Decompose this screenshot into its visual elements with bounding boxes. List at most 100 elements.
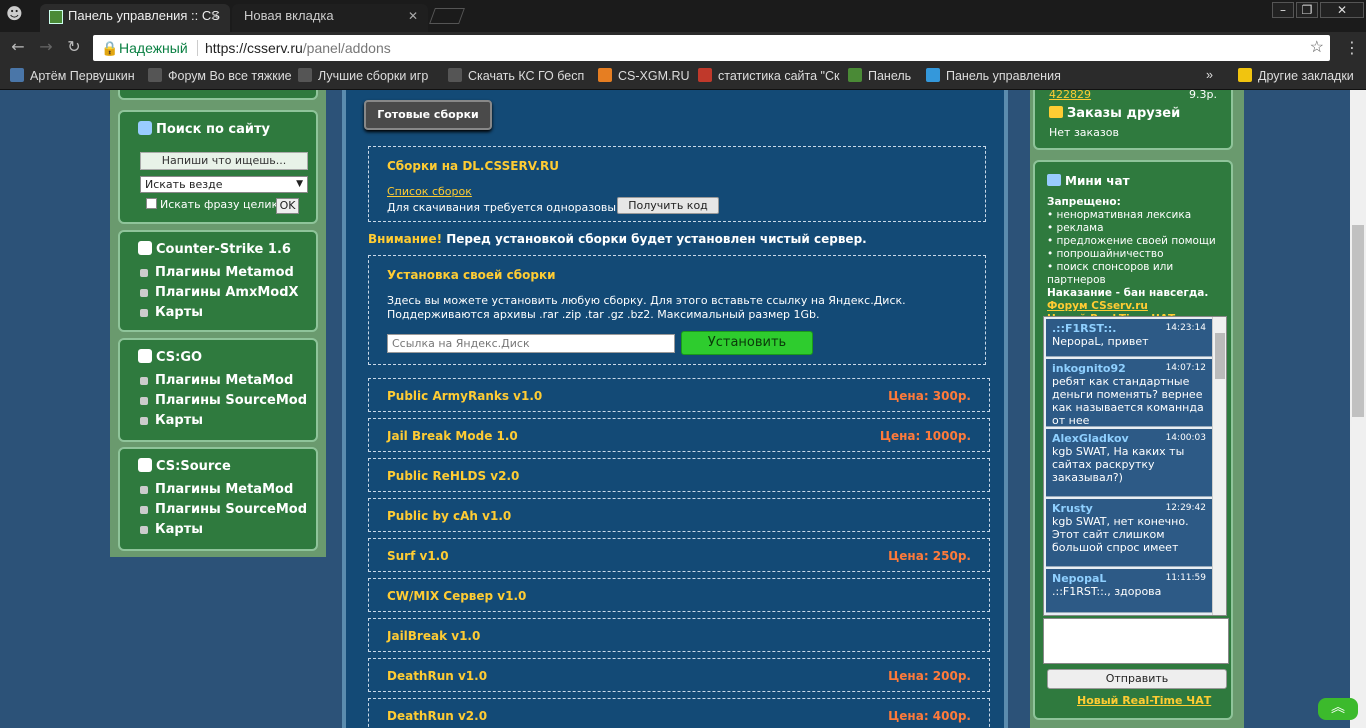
maximize-button[interactable]: ❐ [1296,2,1318,18]
friends-empty-text: Нет заказов [1049,126,1119,139]
close-tab-icon[interactable]: ✕ [408,4,418,28]
bookmarks-bar: Артём Первушкин Форум Во все тяжкие Лучш… [0,63,1366,90]
get-code-button[interactable]: Получить код [617,197,719,214]
builds-list-link[interactable]: Список сборок [387,185,472,198]
install-description: Здесь вы можете установить любую сборку.… [387,294,906,321]
chat-message: inkognito92 14:07:12 ребят как стандартные… [1046,359,1212,427]
sidebar-item-maps[interactable]: Карты [120,520,316,540]
bookmark-item[interactable]: Панель управления [926,68,1061,83]
csgo-icon [138,349,152,363]
incognito-icon: ☻ [6,4,23,23]
search-input[interactable]: Напиши что ищешь... [140,152,308,170]
minimize-button[interactable]: – [1272,2,1294,18]
cs16-box: Counter-Strike 1.6 Плагины Metamod Плаги… [118,230,318,332]
sidebar-item-maps[interactable]: Карты [120,411,316,431]
send-button[interactable]: Отправить [1047,669,1227,689]
forward-icon[interactable]: → [36,37,56,56]
download-box: Сборки на DL.CSSERV.RU Список сборок Для… [368,146,986,222]
phrase-checkbox[interactable]: Искать фразу целиком [146,198,293,211]
search-title: Поиск по сайту [156,122,271,137]
bookmark-item[interactable]: статистика сайта "Ск [698,68,839,83]
addon-row[interactable]: Public ArmyRanks v1.0 Цена: 300р. [368,378,990,412]
sidebar-item-amxmodx[interactable]: Плагины AmxModX [120,283,316,303]
other-bookmarks[interactable]: Другие закладки [1238,68,1354,83]
download-title: Сборки на DL.CSSERV.RU [387,159,559,173]
bookmark-item[interactable]: CS-XGM.RU [598,68,690,83]
bookmark-item[interactable]: Скачать КС ГО бесп [448,68,584,83]
bookmark-item[interactable]: Панель [848,68,911,83]
addon-row[interactable]: Public by cAh v1.0 [368,498,990,532]
search-box: Поиск по сайту Напиши что ищешь... Искат… [118,110,318,224]
sidebar-item-maps[interactable]: Карты [120,303,316,323]
url-text[interactable]: https://csserv.ru/panel/addons [205,35,391,61]
chat-message: AlexGladkov 14:00:03 kgb SWAT, На каких ты… [1046,429,1212,497]
close-window-button[interactable]: ✕ [1320,2,1364,18]
scroll-to-top-button[interactable]: ︽ [1318,698,1358,720]
page-scrollbar[interactable] [1350,90,1366,728]
main-content: Готовые сборки Сборки на DL.CSSERV.RU Сп… [342,90,1008,728]
forum-link[interactable]: Форум CSserv.ru [1047,300,1231,313]
site-favicon-icon [49,10,63,24]
addon-row[interactable]: JailBreak v1.0 [368,618,990,652]
addon-row[interactable]: Surf v1.0 Цена: 250р. [368,538,990,572]
css-box: CS:Source Плагины MetaMod Плагины Source… [118,447,318,551]
security-label: Надежный [119,40,188,56]
addon-row[interactable]: DeathRun v1.0 Цена: 200р. [368,658,990,692]
download-note: Для скачивания требуется одноразовый код [387,201,648,214]
back-icon[interactable]: ← [8,37,28,56]
chat-message-input[interactable] [1043,618,1229,664]
chat-scrollbar[interactable] [1212,317,1226,615]
install-button[interactable]: Установить [681,331,813,355]
search-scope-select[interactable]: Искать везде ▼ [140,176,308,193]
right-sidebar: 422829 9.3р. Заказы друзей Нет заказов М… [1030,90,1244,728]
addon-row[interactable]: DeathRun v2.0 Цена: 400р. [368,698,990,728]
address-bar[interactable]: 🔒 Надежный https://csserv.ru/panel/addon… [93,35,1330,61]
cs16-icon [138,241,152,255]
menu-icon[interactable]: ⋮ [1344,38,1360,57]
bookmark-item[interactable]: Форум Во все тяжкие [148,68,292,83]
referral-link[interactable]: 422829 [1049,90,1091,101]
addon-row[interactable]: Jail Break Mode 1.0 Цена: 1000р. [368,418,990,452]
mini-chat-box: Мини чат Запрещено: • ненормативная лекс… [1033,160,1233,720]
yandex-link-input[interactable]: Ссылка на Яндекс.Диск [387,334,675,353]
chat-rules: Запрещено: • ненормативная лексика • рек… [1047,196,1231,326]
install-title: Установка своей сборки [387,268,556,282]
chevron-down-icon: ▼ [296,179,303,189]
chat-message: Krusty 12:29:42 kgb SWAT, нет конечно. Это… [1046,499,1212,567]
sidebar-item-metamod[interactable]: Плагины Metamod [120,263,316,283]
chat-messages[interactable]: .::F1RST::. 14:23:14 NepopaL, привет inkog… [1043,316,1227,616]
tab-label: Новая вкладка [244,8,334,23]
chat-message: NepopaL 11:11:59 .::F1RST::., здорова [1046,569,1212,613]
checkbox-icon[interactable] [146,198,157,209]
bookmark-star-icon[interactable]: ☆ [1310,35,1324,61]
addon-row[interactable]: CW/MIX Сервер v1.0 [368,578,990,612]
bookmark-item[interactable]: Лучшие сборки игр [298,68,428,83]
warning-text: Внимание! Перед установкой сборки будет … [368,232,867,246]
new-tab-button[interactable] [429,8,465,24]
sidebar-item-sourcemod[interactable]: Плагины SourceMod [120,391,316,411]
page-content: Поиск по сайту Напиши что ищешь... Искат… [0,90,1366,728]
ready-builds-button[interactable]: Готовые сборки [364,100,492,130]
tab-label: Панель управления :: CS [68,8,220,23]
sidebar-item-metamod[interactable]: Плагины MetaMod [120,371,316,391]
reload-icon[interactable]: ↻ [64,37,84,56]
friends-orders-box: 422829 9.3р. Заказы друзей Нет заказов [1033,90,1233,150]
chat-message: .::F1RST::. 14:23:14 NepopaL, привет [1046,319,1212,357]
left-sidebar: Поиск по сайту Напиши что ищешь... Искат… [110,90,326,557]
referral-value: 9.3р. [1189,90,1217,101]
csgo-box: CS:GO Плагины MetaMod Плагины SourceMod … [118,338,318,442]
tab-panel[interactable]: Панель управления :: CS ✕ [40,4,230,32]
realtime-chat-link[interactable]: Новый Real-Time ЧАТ [1077,694,1211,707]
divider [197,40,198,56]
tab-new[interactable]: Новая вкладка ✕ [232,4,428,32]
addon-row[interactable]: Public ReHLDS v2.0 [368,458,990,492]
css-icon [138,458,152,472]
search-ok-button[interactable]: OK [276,198,299,214]
sidebar-item-sourcemod[interactable]: Плагины SourceMod [120,500,316,520]
sidebar-item-metamod[interactable]: Плагины MetaMod [120,480,316,500]
close-tab-icon[interactable]: ✕ [210,4,220,28]
more-bookmarks-icon[interactable]: » [1206,68,1213,82]
bookmark-item[interactable]: Артём Первушкин [10,68,135,83]
search-icon [138,121,152,135]
lock-icon: 🔒 [101,40,119,56]
